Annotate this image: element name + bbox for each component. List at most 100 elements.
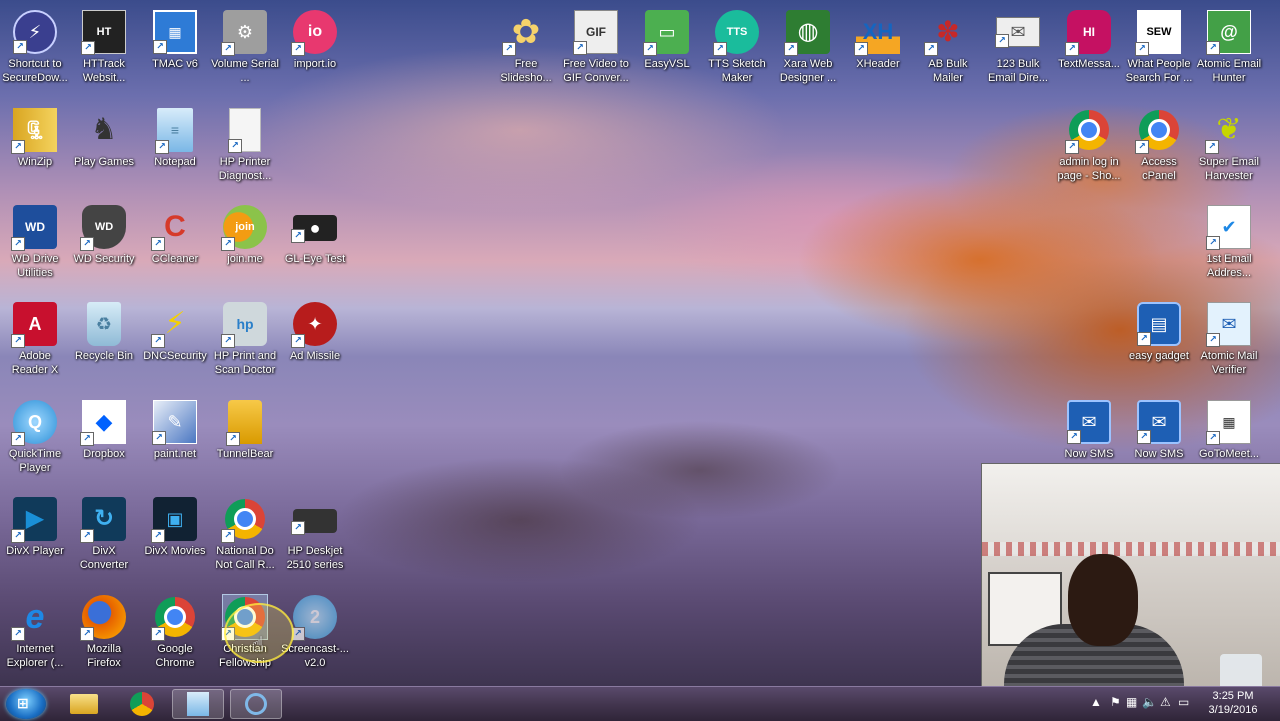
desktop-icon-super-email-harvester[interactable]: ❦ ↗ Super Email Harvester <box>1195 108 1263 183</box>
ccleaner-icon: C ↗ <box>151 205 197 251</box>
desktop-icon-winzip[interactable]: 🗜 ↗ WinZip <box>1 108 69 169</box>
taskbar-explorer[interactable] <box>58 689 110 719</box>
desktop-icon-atomic-mail-verifier[interactable]: ✉ ↗ Atomic Mail Verifier <box>1195 302 1263 377</box>
desktop-icon-admin-login[interactable]: ↗ admin log in page - Sho... <box>1055 108 1123 183</box>
desktop-icon-paintnet[interactable]: ✎ ↗ paint.net <box>141 400 209 461</box>
desktop-icon-label: GL-Eye Test <box>284 253 346 265</box>
paintnet-icon: ✎ ↗ <box>152 400 197 445</box>
notification-icon[interactable]: ⚠ <box>1160 695 1171 709</box>
desktop-icon-label: National Do Not Call R... <box>215 545 275 571</box>
desktop-icon-label: Notepad <box>154 156 196 168</box>
desktop-icon-internet-explorer[interactable]: e ↗ Internet Explorer (... <box>1 595 69 670</box>
desktop-icon-ab-bulk-mailer[interactable]: ✽ ↗ AB Bulk Mailer <box>914 10 982 85</box>
desktop-icon-label: Access cPanel <box>1141 156 1177 182</box>
desktop-icon-label: Adobe Reader X <box>11 350 59 376</box>
desktop-icon-ad-missile[interactable]: ✦ ↗ Ad Missile <box>281 302 349 363</box>
desktop-icon-ccleaner[interactable]: C ↗ CCleaner <box>141 205 209 266</box>
webcam-ceiling <box>982 464 1280 554</box>
show-hidden-icons-icon[interactable]: ▲ <box>1090 695 1102 709</box>
chess-icon: ♞ <box>90 113 118 146</box>
desktop-icon-gotomeeting[interactable]: ▦ ↗ GoToMeet... <box>1195 400 1263 461</box>
desktop-icon-free-slideshow[interactable]: ✿ ↗ Free Slidesho... <box>492 10 560 85</box>
tts-icon: TTS ↗ <box>713 10 759 56</box>
desktop-icon-what-people-search[interactable]: SEW ↗ What People Search For ... <box>1125 10 1193 85</box>
action-center-flag-icon[interactable]: ⚑ <box>1110 695 1121 709</box>
desktop-icon-google-chrome[interactable]: ↗ Google Chrome <box>141 595 209 670</box>
desktop-icon-1st-email-address[interactable]: ✔ ↗ 1st Email Addres... <box>1195 205 1263 280</box>
mail-verifier-icon: ✉ ↗ <box>1206 302 1251 347</box>
taskbar-screencast[interactable] <box>230 689 282 719</box>
globe-icon: ◍ ↗ <box>784 10 830 56</box>
desktop-icon-video-to-gif[interactable]: GIF ↗ Free Video to GIF Conver... <box>562 10 630 85</box>
desktop-icon-label: HP Print and Scan Doctor <box>213 350 277 376</box>
desktop-icon-wd-security[interactable]: WD ↗ WD Security <box>70 205 138 266</box>
desktop-icon-mozilla-firefox[interactable]: ↗ Mozilla Firefox <box>70 595 138 670</box>
import-io-icon: io ↗ <box>291 10 337 56</box>
desktop-icon-recycle-bin[interactable]: ♻ Recycle Bin <box>70 302 138 363</box>
desktop-icon-httrack[interactable]: HT ↗ HTTrack Websit... <box>70 10 138 85</box>
desktop-icon-label: Now SMS <box>1064 448 1114 460</box>
desktop-icon-label: WD Security <box>73 253 135 265</box>
hp-icon: hp ↗ <box>221 302 267 348</box>
taskbar-chrome[interactable] <box>116 689 168 719</box>
mail-icon: ✉ ↗ <box>1067 400 1111 444</box>
desktop-icon-access-cpanel[interactable]: ↗ Access cPanel <box>1125 108 1193 183</box>
desktop-icon-national-do-not-call[interactable]: ↗ National Do Not Call R... <box>211 497 279 572</box>
desktop-icon-play-games[interactable]: ♞ Play Games <box>70 108 138 169</box>
desktop-icon-label: 123 Bulk Email Dire... <box>988 58 1048 84</box>
desktop-icon-123-bulk-email[interactable]: ✉ ↗ 123 Bulk Email Dire... <box>984 10 1052 85</box>
system-clock[interactable]: 3:25 PM 3/19/2016 <box>1196 689 1270 717</box>
desktop-icon-quicktime[interactable]: Q ↗ QuickTime Player <box>1 400 69 475</box>
desktop-icon-now-sms-2[interactable]: ✉ ↗ Now SMS <box>1125 400 1193 461</box>
desktop-icon-label: Recycle Bin <box>74 350 134 362</box>
desktop-icon-hp-deskjet[interactable]: ↗ HP Deskjet 2510 series <box>281 497 349 572</box>
volume-icon[interactable]: 🔈 <box>1142 695 1157 709</box>
desktop-icon-easyvsl[interactable]: ▭ ↗ EasyVSL <box>633 10 701 71</box>
network-icon[interactable]: ▦ <box>1126 695 1137 709</box>
desktop-icon-label: Now SMS <box>1134 448 1184 460</box>
desktop-icon-xheader[interactable]: XH ↗ XHeader <box>844 10 912 71</box>
email-check-icon: ✔ ↗ <box>1206 205 1251 250</box>
desktop-icon-hp-printer-diagnostics[interactable]: ↗ HP Printer Diagnost... <box>211 108 279 183</box>
desktop-icon-label: Mozilla Firefox <box>86 643 122 669</box>
desktop-icon-dncsecurity[interactable]: ⚡ ↗ DNCSecurity <box>141 302 209 363</box>
desktop-icon-divx-player[interactable]: ▶ ↗ DivX Player <box>1 497 69 558</box>
desktop-icon-import-io[interactable]: io ↗ import.io <box>281 10 349 71</box>
desktop-icon-hp-print-scan-doctor[interactable]: hp ↗ HP Print and Scan Doctor <box>211 302 279 377</box>
desktop-icon-label: WD Drive Utilities <box>11 253 59 279</box>
desktop-icon-notepad[interactable]: ≡ ↗ Notepad <box>141 108 209 169</box>
chrome-icon <box>130 692 154 716</box>
desktop-icon-securedownload[interactable]: ⚡ ↗ Shortcut to SecureDow... <box>1 10 69 85</box>
desktop-icon-tts-sketch-maker[interactable]: TTS ↗ TTS Sketch Maker <box>703 10 771 85</box>
start-button[interactable]: ⊞ <box>6 689 46 719</box>
envelope-icon: ✉ ↗ <box>995 17 1040 48</box>
ie-icon: e ↗ <box>11 595 57 641</box>
quicktime-icon: Q ↗ <box>11 400 57 446</box>
mail-icon: ✉ ↗ <box>1137 400 1181 444</box>
search-word-icon: SEW ↗ <box>1135 10 1181 56</box>
desktop-icon-wd-drive-utilities[interactable]: WD ↗ WD Drive Utilities <box>1 205 69 280</box>
display-icon[interactable]: ▭ <box>1178 695 1189 709</box>
desktop-icon-xara-web-designer[interactable]: ◍ ↗ Xara Web Designer ... <box>774 10 842 85</box>
desktop-icon-joinme[interactable]: join ↗ join.me <box>211 205 279 266</box>
desktop-icon-easy-gadget[interactable]: ▤ ↗ easy gadget <box>1125 302 1193 363</box>
desktop-icon-tmac[interactable]: ▦ ↗ TMAC v6 <box>141 10 209 71</box>
webcam-person-head <box>1068 554 1138 646</box>
desktop-icon-label: DNCSecurity <box>143 350 207 362</box>
desktop-icon-volume-serial[interactable]: ⚙ ↗ Volume Serial ... <box>211 10 279 85</box>
desktop-icon-label: GoToMeet... <box>1199 448 1259 460</box>
taskbar-notepad[interactable] <box>172 689 224 719</box>
clock-date: 3/19/2016 <box>1208 704 1258 716</box>
desktop-icon-adobe-reader[interactable]: A ↗ Adobe Reader X <box>1 302 69 377</box>
desktop-icon-atomic-email-hunter[interactable]: @ ↗ Atomic Email Hunter <box>1195 10 1263 85</box>
desktop-icon-now-sms-1[interactable]: ✉ ↗ Now SMS <box>1055 400 1123 461</box>
desktop-icon-divx-converter[interactable]: ↻ ↗ DivX Converter <box>70 497 138 572</box>
desktop-icon-divx-movies[interactable]: ▣ ↗ DivX Movies <box>141 497 209 558</box>
desktop-icon-textmessage[interactable]: HI ↗ TextMessa... <box>1055 10 1123 71</box>
notepad-icon: ≡ ↗ <box>155 108 193 154</box>
desktop-icon-dropbox[interactable]: ◆ ↗ Dropbox <box>70 400 138 461</box>
desktop-icon-gl-eye-test[interactable]: ● ↗ GL-Eye Test <box>281 205 349 266</box>
adobe-icon: A ↗ <box>11 302 57 348</box>
desktop-icon-tunnelbear[interactable]: ↗ TunnelBear <box>211 400 279 461</box>
desktop-icon-label: WinZip <box>17 156 53 168</box>
